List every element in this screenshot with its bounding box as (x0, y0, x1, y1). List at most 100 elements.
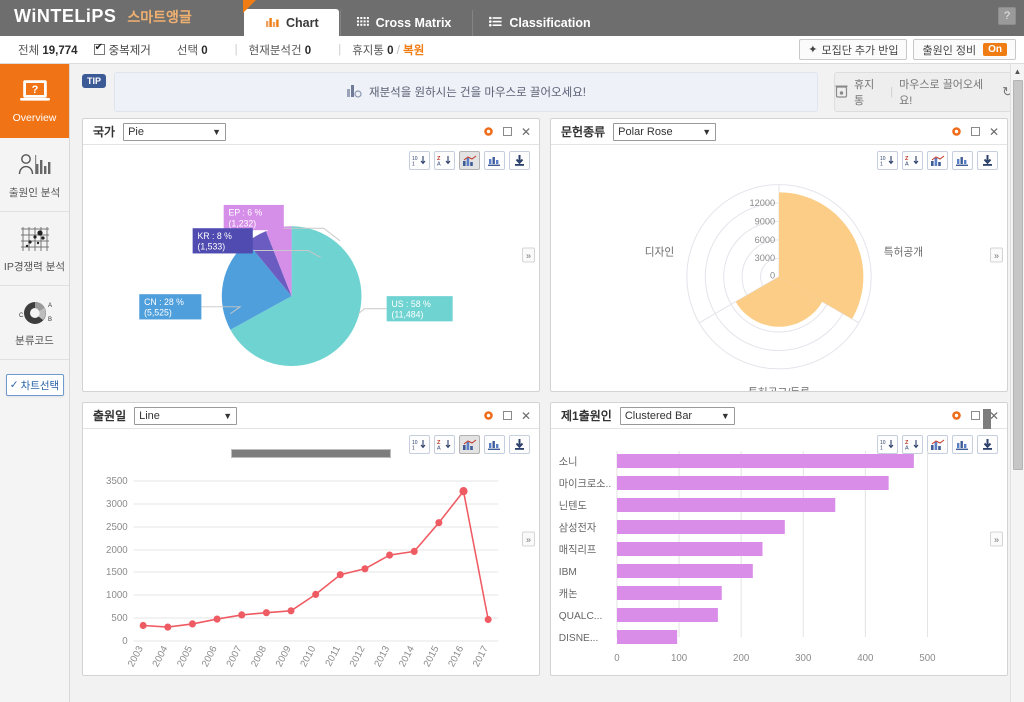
panel-header: 국가 Pie ▼ ✕ (83, 119, 539, 145)
sidebar-item-ip-competitiveness[interactable]: IP경쟁력 분석 (0, 212, 69, 286)
person-bars-icon (17, 150, 53, 180)
pie-label-cn: CN : 28 % (5,525) (139, 294, 202, 320)
svg-text:A: A (48, 303, 52, 309)
svg-text:2014: 2014 (397, 644, 417, 669)
chart-select-button[interactable]: ✓ 차트선택 (5, 374, 64, 396)
svg-text:KR : 8 %: KR : 8 % (197, 231, 232, 241)
line-chart: 0 500 1000 1500 2000 2500 3000 3500 2003… (83, 429, 539, 675)
sidebar-item-label: 분류코드 (15, 334, 54, 347)
svg-text:CN : 28 %: CN : 28 % (144, 297, 184, 307)
svg-text:1500: 1500 (106, 567, 128, 578)
svg-text:2500: 2500 (106, 522, 128, 533)
svg-text:2016: 2016 (446, 644, 466, 669)
gear-icon[interactable] (951, 410, 962, 421)
chevron-down-icon: ▼ (720, 410, 730, 421)
tab-classification[interactable]: Classification (472, 9, 611, 36)
svg-text:특허공고/등록: 특허공고/등록 (748, 387, 810, 391)
svg-text:DISNE...: DISNE... (559, 633, 599, 644)
divider: | (338, 43, 342, 56)
svg-text:3000: 3000 (755, 253, 775, 263)
tab-chart[interactable]: Chart (243, 0, 339, 36)
close-icon[interactable]: ✕ (521, 410, 531, 422)
tip-badge: TIP (82, 74, 107, 88)
applicant-cleanup-button[interactable]: 출원인 정비 On (913, 39, 1016, 60)
chart-select-label: 차트선택 (20, 379, 60, 392)
panel-expander-button[interactable]: » (522, 247, 535, 263)
panel-expander-button[interactable]: » (990, 531, 1003, 547)
vertical-scrollbar[interactable]: ▲ (1010, 64, 1024, 702)
content-area: TIP 재분석을 원하시는 건을 마우스로 끌어오세요! 휴지통 | 마우스로 … (70, 64, 1024, 702)
gear-icon[interactable] (951, 126, 962, 137)
svg-text:IBM: IBM (559, 567, 577, 578)
svg-text:0: 0 (770, 271, 775, 281)
sidebar-item-overview[interactable]: ? Overview (0, 64, 69, 138)
chart-type-select[interactable]: Line ▼ (134, 406, 238, 425)
svg-text:2007: 2007 (225, 644, 245, 669)
close-icon[interactable]: ✕ (989, 126, 999, 138)
help-icon[interactable]: ? (998, 7, 1016, 25)
svg-text:100: 100 (671, 653, 688, 664)
svg-text:특허공개: 특허공개 (884, 246, 923, 258)
svg-text:200: 200 (733, 653, 750, 664)
panel-controls: ✕ (951, 126, 999, 138)
total-count: 전체 19,774 (18, 42, 78, 58)
close-icon[interactable]: ✕ (521, 126, 531, 138)
maximize-icon[interactable] (502, 411, 512, 420)
chart-type-select[interactable]: Clustered Bar ▼ (619, 406, 735, 425)
total-value: 19,774 (42, 44, 78, 57)
panel-expander-button[interactable]: » (522, 531, 535, 547)
pie-label-us: US : 58 % (11,484) (386, 296, 453, 322)
panel-scroll-indicator[interactable] (983, 409, 991, 429)
chart-grid: 국가 Pie ▼ ✕ 10 1 ZA EP: 6 % (1,232) KR:… (70, 118, 1024, 676)
gear-icon[interactable] (483, 126, 494, 137)
chart-type-value: Clustered Bar (624, 409, 693, 422)
tab-cross-matrix[interactable]: Cross Matrix (339, 9, 472, 36)
chart-type-select[interactable]: Polar Rose ▼ (613, 122, 717, 141)
svg-text:1000: 1000 (106, 590, 128, 601)
chart-type-value: Pie (128, 125, 144, 138)
list-icon (489, 16, 502, 30)
divider: | (890, 86, 894, 98)
bar-chart: 소니 마이크로소.. 닌텐도 삼성전자 매직리프 IBM 캐논 QUALC...… (551, 429, 1007, 675)
maximize-icon[interactable] (970, 411, 980, 420)
svg-text:(1,232): (1,232) (229, 218, 257, 228)
dedupe-checkbox[interactable]: 중복제거 (93, 42, 151, 58)
svg-text:2013: 2013 (373, 644, 393, 669)
svg-text:(1,533): (1,533) (197, 242, 225, 252)
chevron-down-icon: ▼ (212, 126, 222, 137)
selected-count[interactable]: 선택 0 (177, 42, 208, 58)
trash-count[interactable]: 휴지통 0 / 복원 (352, 42, 424, 58)
info-bar: 전체 19,774 중복제거 선택 0 | 현재분석건 0 | 휴지통 0 / … (0, 36, 1024, 64)
panel-title: 출원일 (93, 409, 127, 423)
tip-bar: TIP 재분석을 원하시는 건을 마우스로 끌어오세요! 휴지통 | 마우스로 … (70, 64, 1024, 118)
svg-text:US : 58 %: US : 58 % (392, 299, 431, 309)
scroll-up-icon[interactable]: ▲ (1011, 64, 1024, 78)
gear-icon[interactable] (483, 410, 494, 421)
svg-text:EP : 6 %: EP : 6 % (229, 208, 263, 218)
sidebar-item-applicant-analysis[interactable]: 출원인 분석 (0, 138, 69, 212)
restore-link[interactable]: 복원 (403, 45, 424, 57)
svg-text:2006: 2006 (200, 644, 220, 669)
maximize-icon[interactable] (502, 127, 512, 136)
chart-type-select[interactable]: Pie ▼ (123, 122, 227, 141)
svg-text:삼성전자: 삼성전자 (559, 522, 597, 534)
tip-dropzone[interactable]: 재분석을 원하시는 건을 마우스로 끌어오세요! (114, 72, 818, 112)
tab-label: Cross Matrix (375, 15, 452, 30)
pie-label-ep: EP : 6 % (1,232) (223, 204, 284, 231)
maximize-icon[interactable] (970, 127, 980, 136)
drag-chart-icon (346, 83, 362, 102)
sidebar-item-classification-code[interactable]: A B C 분류코드 (0, 286, 69, 360)
panel-controls: ✕ (483, 126, 531, 138)
sidebar-item-label: 출원인 분석 (8, 186, 61, 199)
trash-dropzone[interactable]: 휴지통 | 마우스로 끌어오세요! ↻ (834, 72, 1014, 112)
svg-text:2015: 2015 (422, 644, 442, 669)
svg-text:마이크로소..: 마이크로소.. (559, 478, 611, 490)
current-analysis-count[interactable]: 현재분석건 0 (249, 42, 312, 58)
svg-text:400: 400 (857, 653, 874, 664)
panel-expander-button[interactable]: » (990, 247, 1003, 263)
svg-text:2017: 2017 (471, 644, 491, 669)
add-group-button[interactable]: ✦ 모집단 추가 반입 (799, 39, 908, 60)
panel-first-applicant: 제1출원인 Clustered Bar ▼ ✕ 10 1 Z A 소니 마이크로… (550, 402, 1008, 676)
scrollbar-thumb[interactable] (1013, 80, 1023, 470)
svg-text:12000: 12000 (750, 198, 776, 208)
